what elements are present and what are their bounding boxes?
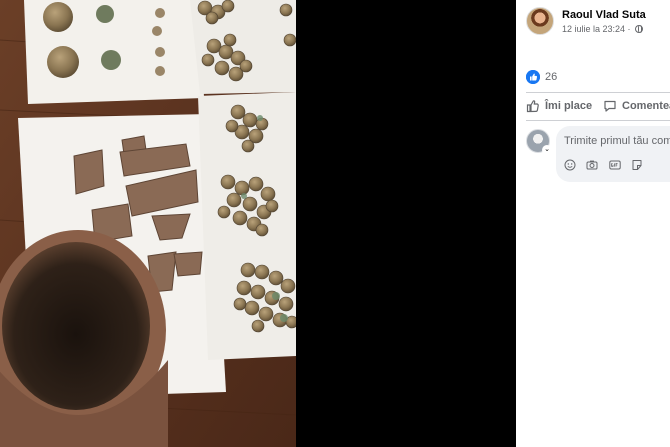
comment-composer[interactable] [556, 126, 670, 182]
comment-tools [564, 159, 649, 173]
post-sidebar: Raoul Vlad Suta 12 iulie la 23:24 · 26 Î… [516, 0, 670, 447]
author-avatar[interactable] [526, 7, 554, 35]
timestamp-text[interactable]: 12 iulie la 23:24 · [562, 24, 631, 34]
post-photo[interactable] [0, 0, 296, 447]
reaction-count: 26 [545, 71, 558, 83]
globe-icon [635, 25, 644, 33]
divider [526, 120, 670, 121]
chevron-down-icon[interactable]: ⌄ [542, 145, 552, 155]
camera-icon[interactable] [586, 159, 598, 171]
post-timestamp[interactable]: 12 iulie la 23:24 · [562, 24, 644, 34]
sticker-icon[interactable] [631, 159, 643, 171]
like-button[interactable]: Îmi place [526, 97, 596, 117]
comment-input[interactable] [564, 135, 670, 147]
divider [526, 92, 670, 93]
like-button-label: Îmi place [545, 100, 593, 112]
speech-bubble-icon [604, 100, 616, 112]
author-name[interactable]: Raoul Vlad Suta [562, 9, 646, 21]
current-user-avatar[interactable]: ⌄ [526, 129, 552, 155]
comment-button-label: Comentează [622, 100, 670, 112]
thumbs-up-icon [526, 70, 540, 84]
post-header: Raoul Vlad Suta 12 iulie la 23:24 · [526, 7, 670, 41]
emoji-icon[interactable] [564, 159, 576, 171]
photo-viewer [0, 0, 516, 447]
comment-button[interactable]: Comentează [603, 97, 670, 117]
gif-icon[interactable] [609, 159, 621, 171]
thumbs-up-outline-icon [526, 100, 539, 113]
